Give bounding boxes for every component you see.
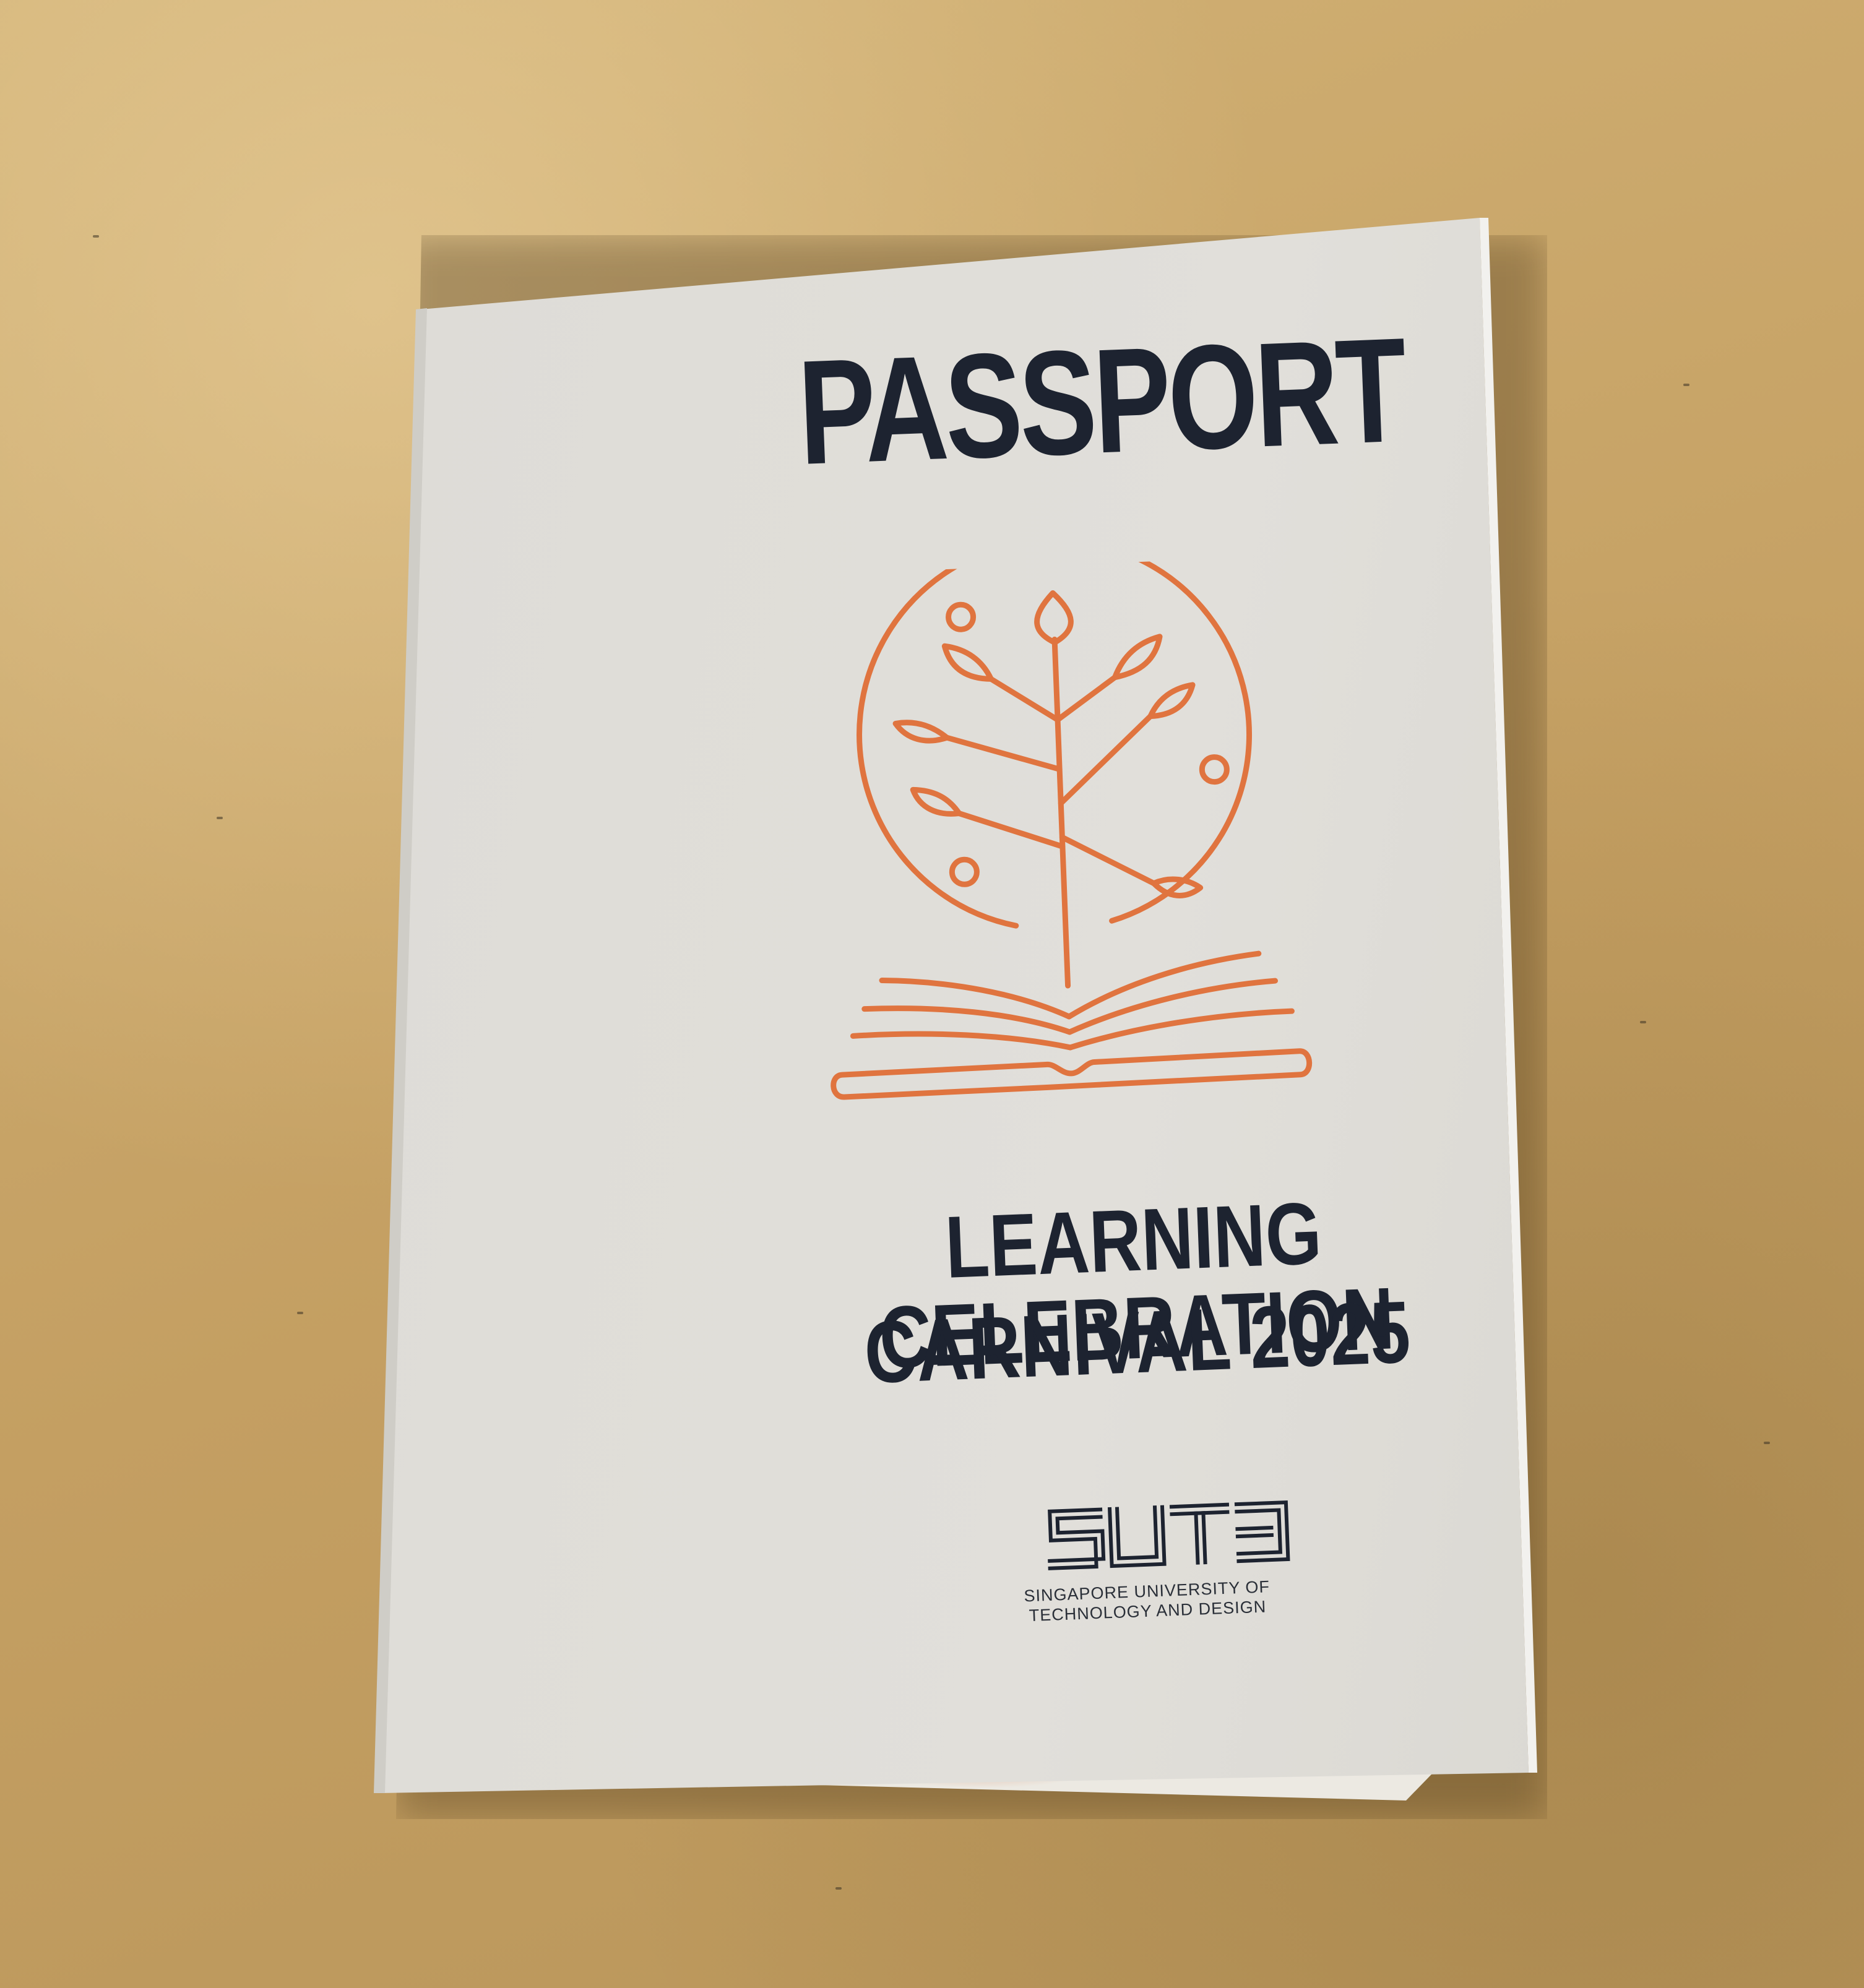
cover-content: PASSPORT LEARNING CELEBRATION CARNIVAL 2… — [619, 223, 1626, 1694]
university-logo-icon — [1048, 1500, 1290, 1570]
passport-title: PASSPORT — [795, 306, 1407, 496]
tree-growing-from-open-book-icon — [831, 555, 1313, 1100]
